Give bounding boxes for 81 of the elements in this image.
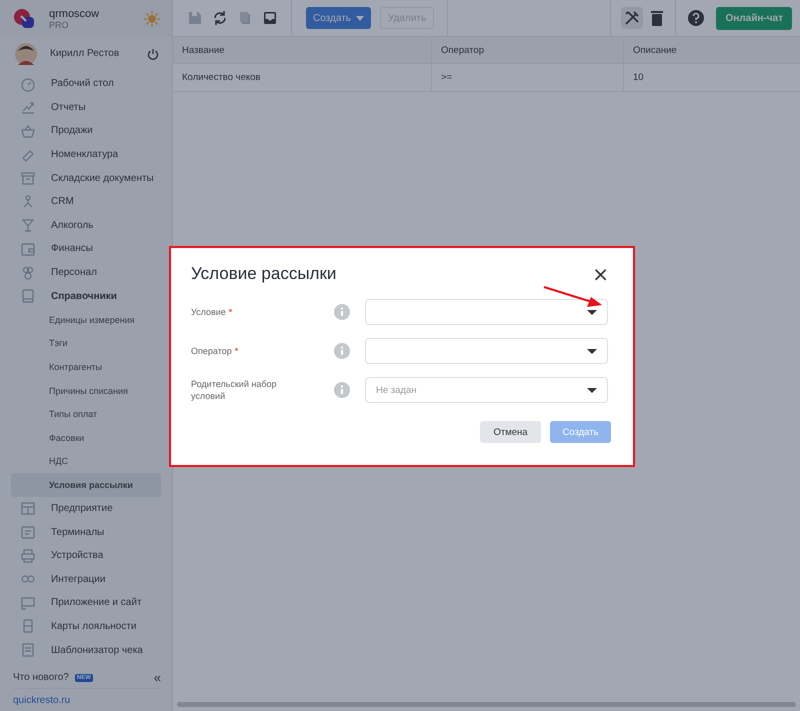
user-name: Кирилл Рестов [50,48,120,59]
table-cell-text: 10 [632,71,645,85]
save-icon [187,10,203,26]
sidebar-item[interactable]: Устройства [11,544,161,568]
required-mark: * [234,346,238,356]
org-name: qrmoscow [49,8,100,20]
field-label: Оператор [191,346,232,356]
terminal-icon [20,524,36,540]
column-header[interactable]: Оператор [432,37,624,63]
info-icon [334,382,350,398]
sidebar-item[interactable]: Складские документы [11,166,161,190]
select-field[interactable]: Не задан [365,377,608,403]
box-icon [20,170,36,186]
caret-icon [356,16,364,20]
sidebar-item[interactable]: Алкоголь [11,214,161,238]
column-header[interactable]: Описание [624,37,800,63]
glass-icon [20,217,36,234]
power-icon [147,48,159,60]
required-mark: * [228,306,232,317]
table-cell: Количество чеков [173,64,432,91]
sidebar-subitem[interactable]: Условия рассылки [11,473,161,497]
wallet-icon [20,240,36,257]
table-cell: >= [432,64,624,91]
plan-label: PRO [49,20,70,30]
sidebar-subitem[interactable]: Типы оплат [11,402,161,426]
sidebar-subitem[interactable]: Причины списания [11,378,161,402]
sidebar-item[interactable]: Персонал [11,260,161,284]
avatar [15,42,37,64]
whats-new-link[interactable]: Что нового? [13,672,69,683]
sidebar-item[interactable]: CRM [11,190,161,214]
sidebar-item[interactable]: Приложение и сайт [11,591,161,615]
inbox-icon [262,10,278,26]
gauge-icon [20,76,36,92]
field-label: Родительский набор условий [191,378,276,401]
sidebar-item[interactable]: Продажи [11,119,161,143]
sidebar-item[interactable]: Рабочий стол [11,72,161,96]
sidebar-subitem[interactable]: Единицы измерения [11,308,161,332]
refresh-icon [212,10,228,26]
caret-icon [587,310,597,314]
caret-icon [587,388,597,392]
receipt-icon [20,642,36,658]
printer-icon [20,548,36,564]
logo-icon [13,8,35,30]
tools-icon [624,10,640,26]
site-link[interactable]: quickresto.ru [13,689,161,711]
sidebar-subitem[interactable]: НДС [11,450,161,474]
info-icon [334,343,350,359]
collapse-button[interactable]: « [154,670,161,685]
sidebar-item[interactable]: Карты лояльности [11,614,161,638]
sidebar-item[interactable]: Справочники [11,284,161,308]
sidebar-item[interactable]: Номенклатура [11,142,161,166]
sidebar-subitem[interactable]: Фасовки [11,426,161,450]
tools-button[interactable] [621,7,644,29]
theme-toggle-icon [144,10,160,26]
scrollbar-thumb[interactable] [177,702,796,707]
info-icon [334,304,350,320]
book-icon [20,288,36,304]
building-icon [20,500,36,516]
help-icon [688,10,704,26]
select-field[interactable] [365,338,608,364]
trash-icon [651,10,664,26]
sidebar-subitem[interactable]: Контрагенты [11,355,161,379]
sidebar-item[interactable]: Терминалы [11,520,161,544]
create-button[interactable]: Создать [306,7,372,29]
select-field[interactable] [365,299,608,325]
sidebar-item[interactable]: Отчеты [11,96,161,120]
sidebar-item[interactable]: Шаблонизатор чека [11,638,161,662]
copy-icon [237,10,253,26]
close-button[interactable]: × [590,264,611,284]
sidebar-item[interactable]: Интеграции [11,567,161,592]
column-header[interactable]: Название [173,37,432,63]
people-icon [20,264,36,281]
monitor-icon [20,594,36,611]
sidebar-subitem[interactable]: Тэги [11,332,161,356]
cancel-button[interactable]: Отмена [480,421,541,443]
basket-icon [20,122,36,139]
dialog-title: Условие рассылки [191,264,336,284]
sidebar-item[interactable]: Предприятие [11,496,161,520]
caret-icon [587,348,597,354]
sidebar-item[interactable]: Финансы [11,237,161,261]
field-label: Условие [191,306,226,317]
